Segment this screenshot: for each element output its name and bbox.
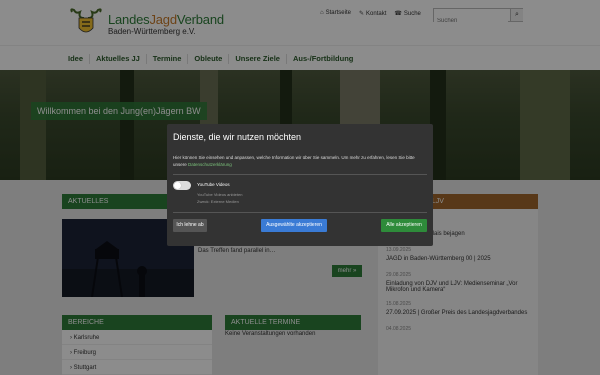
privacy-link[interactable]: Datenschutzerklärung — [188, 162, 232, 167]
service-name: YouTube Videos — [197, 182, 230, 187]
decline-button[interactable]: Ich lehne ab — [173, 219, 207, 232]
cookie-consent-modal: Dienste, die wir nutzen möchten Hier kön… — [167, 124, 433, 246]
service-description: YouTube Videos anbieten — [197, 192, 243, 197]
youtube-toggle[interactable] — [173, 181, 191, 190]
modal-description: Hier können Sie einsehen und anpassen, w… — [173, 155, 415, 167]
modal-title: Dienste, die wir nutzen möchten — [173, 132, 302, 142]
accept-all-button[interactable]: Alle akzeptieren — [381, 219, 427, 232]
divider — [173, 174, 427, 175]
service-purpose: Zweck: Externe Medien — [197, 199, 239, 204]
divider — [173, 212, 427, 213]
accept-selected-button[interactable]: Ausgewählte akzeptieren — [261, 219, 327, 232]
